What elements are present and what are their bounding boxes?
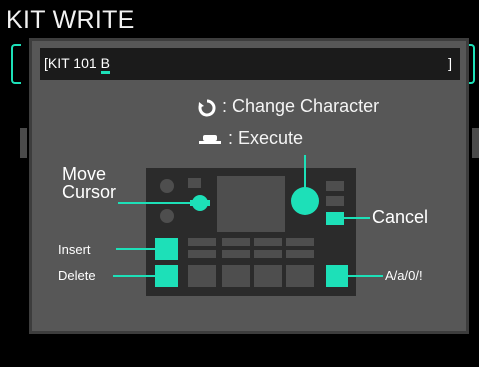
pad-c3 (254, 265, 282, 287)
device-screen (217, 176, 285, 232)
label-cancel: Cancel (372, 207, 429, 227)
device-knob-top (160, 179, 174, 193)
pad-c2 (222, 265, 250, 287)
label-case: A/a/0/! (385, 268, 423, 283)
device-side-key-1 (326, 181, 344, 191)
device-insert-key (155, 238, 178, 260)
label-delete: Delete (58, 268, 96, 283)
device-case-key (326, 265, 348, 287)
device-cursor-pad-bar (190, 200, 210, 206)
label-insert: Insert (58, 242, 91, 257)
label-move-cursor: Move Cursor (62, 164, 117, 202)
device-delete-key (155, 265, 178, 287)
device-knob-bottom (160, 209, 174, 223)
pad-c4 (286, 265, 314, 287)
device-small-button (188, 178, 201, 188)
pad-a1 (188, 238, 216, 246)
device-side-key-2 (326, 196, 344, 206)
device-value-dial (291, 187, 319, 215)
pad-c1 (188, 265, 216, 287)
pad-a3 (254, 238, 282, 246)
pad-b1 (188, 250, 216, 258)
pad-b2 (222, 250, 250, 258)
pad-b3 (254, 250, 282, 258)
pad-a2 (222, 238, 250, 246)
pad-b4 (286, 250, 314, 258)
pad-a4 (286, 238, 314, 246)
device-cancel-key (326, 212, 344, 225)
